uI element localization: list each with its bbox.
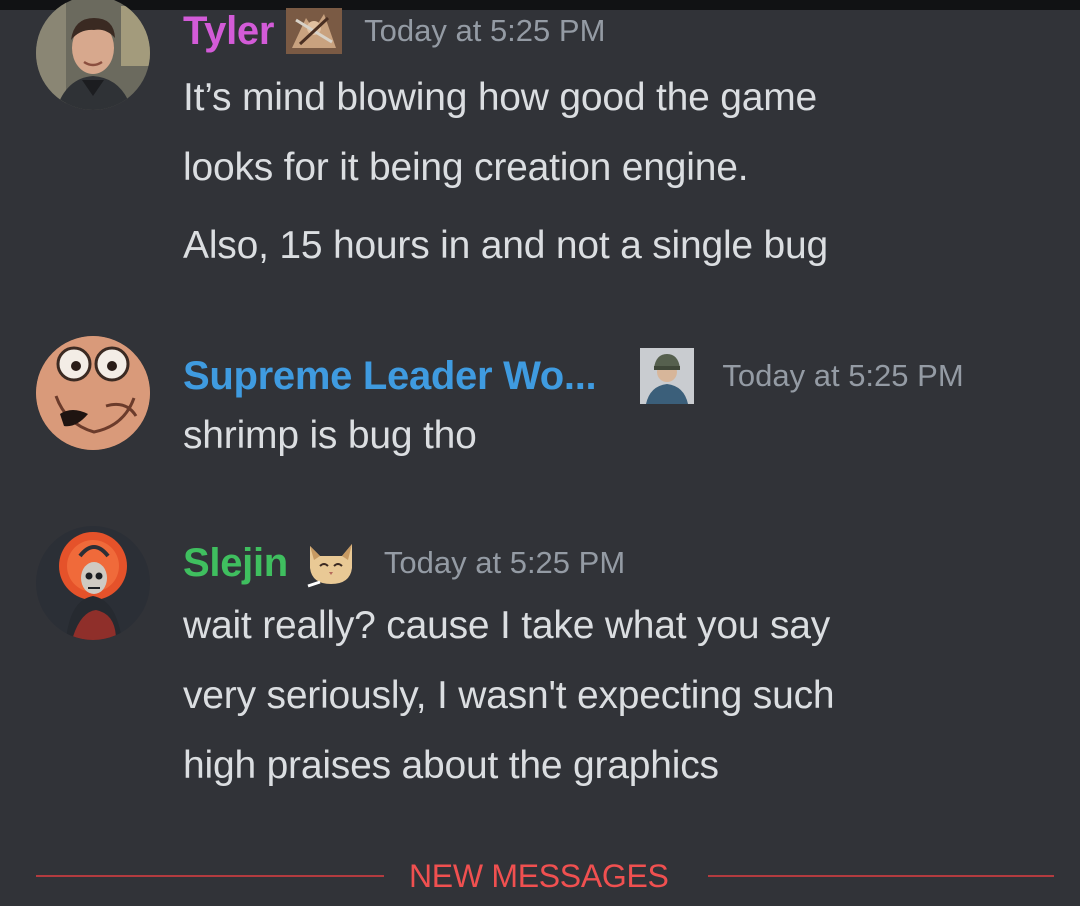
soldier-portrait-icon [640, 348, 695, 404]
new-messages-divider: NEW MESSAGES [36, 858, 1054, 895]
cartoon-face-avatar[interactable] [36, 336, 150, 450]
username[interactable]: Slejin [183, 541, 288, 586]
message-text-line: shrimp is bug tho [183, 414, 477, 457]
message-text-line: Also, 15 hours in and not a single bug [183, 224, 829, 267]
person-photo-avatar[interactable] [36, 0, 150, 110]
message-header: Tyler Today at 5:25 PM [183, 8, 605, 54]
new-messages-label[interactable]: NEW MESSAGES [409, 858, 669, 895]
username[interactable]: Tyler [183, 9, 274, 54]
message-header: Supreme Leader Wo... Today at 5:25 PM [183, 348, 964, 404]
message-header: Slejin Today at 5:25 PM [183, 538, 625, 588]
message-text-line: high praises about the graphics [183, 744, 719, 787]
skeleton-art-avatar[interactable] [36, 526, 150, 640]
message-text-line: very seriously, I wasn't expecting such [183, 674, 835, 717]
divider-rule-right [708, 875, 1054, 877]
message-text-line: looks for it being creation engine. [183, 146, 749, 189]
timestamp: Today at 5:25 PM [722, 358, 964, 393]
character-art-icon [286, 8, 343, 54]
message-text-line: It’s mind blowing how good the game [183, 76, 818, 119]
timestamp: Today at 5:25 PM [364, 13, 606, 48]
divider-rule-left [36, 875, 384, 877]
cat-icon [302, 538, 360, 588]
message-text-line: wait really? cause I take what you say [183, 604, 831, 647]
username[interactable]: Supreme Leader Wo... [183, 354, 597, 399]
timestamp: Today at 5:25 PM [383, 545, 626, 580]
